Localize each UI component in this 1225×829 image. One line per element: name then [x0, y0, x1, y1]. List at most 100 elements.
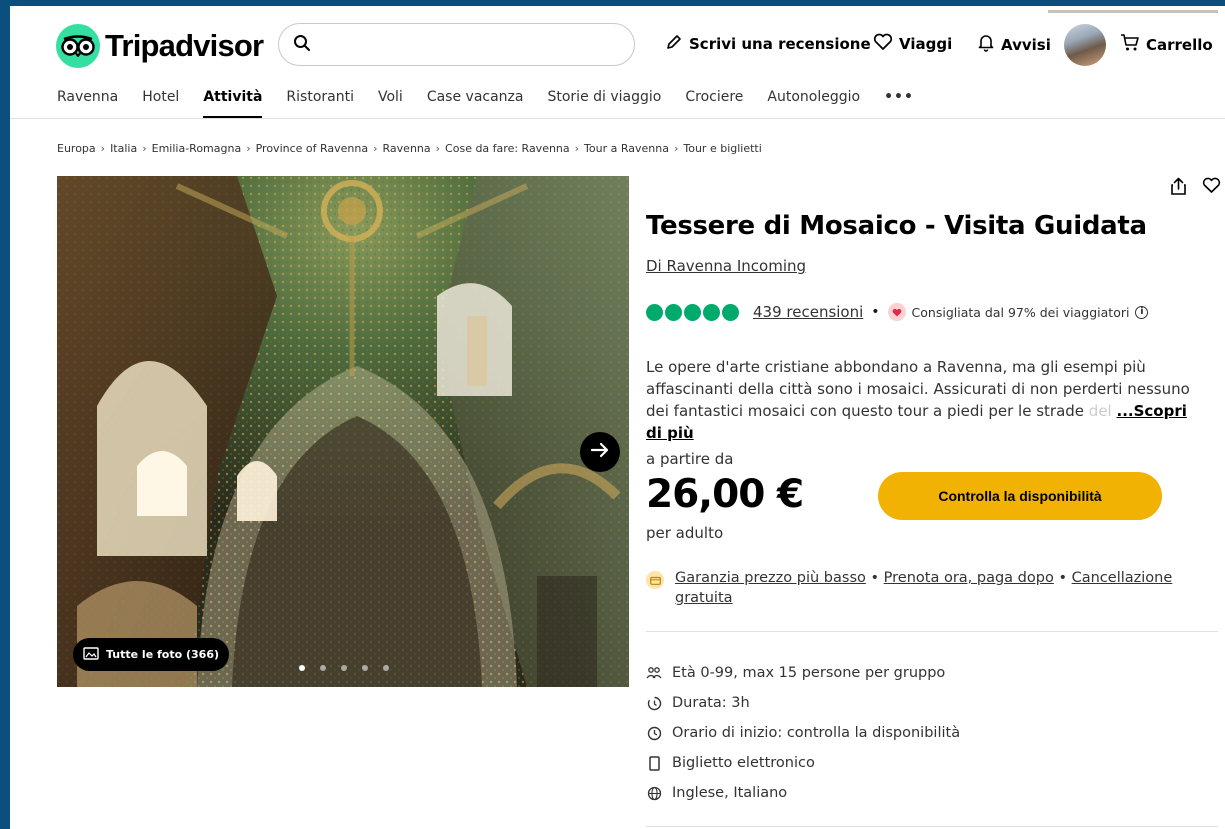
pencil-icon	[665, 33, 683, 55]
breadcrumb-item[interactable]: Europa	[57, 142, 96, 155]
cart-icon	[1120, 33, 1140, 56]
nav-item-ristoranti[interactable]: Ristoranti	[286, 88, 354, 118]
recommended-text: Consigliata dal 97% dei viaggiatori	[911, 304, 1130, 320]
detail-age-group: Età 0-99, max 15 persone per gruppo	[646, 658, 960, 688]
chevron-right-icon: ›	[142, 142, 147, 155]
check-availability-button[interactable]: Controlla la disponibilità	[878, 472, 1162, 520]
breadcrumb: Europa › Italia › Emilia-Romagna › Province…	[57, 142, 762, 155]
timer-icon	[646, 695, 662, 711]
clock-icon	[646, 725, 662, 741]
book-now-pay-later-link[interactable]: Prenota ora, paga dopo	[884, 570, 1054, 586]
price-value: 26,00 €	[646, 472, 804, 517]
alerts-label: Avvisi	[1001, 35, 1051, 54]
nav-item-hotel[interactable]: Hotel	[142, 88, 179, 118]
category-nav: Ravenna Hotel Attività Ristoranti Voli C…	[57, 88, 938, 118]
search-input[interactable]	[321, 35, 621, 54]
all-photos-label: Tutte le foto (366)	[106, 648, 219, 661]
brand-name: Tripadvisor	[105, 28, 264, 63]
photo-gallery[interactable]: Tutte le foto (366)	[57, 176, 629, 687]
owl-logo-icon	[56, 24, 100, 68]
save-heart-icon[interactable]	[1202, 177, 1221, 200]
browser-viewport: Tripadvisor Scrivi una recensione Viaggi	[10, 6, 1225, 829]
share-icon[interactable]	[1170, 177, 1187, 200]
reviews-link[interactable]: 439 recensioni	[753, 303, 863, 321]
breadcrumb-item[interactable]: Emilia-Romagna	[152, 142, 242, 155]
detail-text: Età 0-99, max 15 persone per gruppo	[672, 665, 946, 681]
rating-row: 439 recensioni • Consigliata dal 97% dei…	[646, 303, 1149, 321]
provider-link[interactable]: Di Ravenna Incoming	[646, 257, 806, 275]
info-icon[interactable]: i	[1135, 305, 1149, 319]
user-avatar[interactable]	[1064, 24, 1106, 66]
carousel-dot[interactable]	[383, 665, 389, 671]
carousel-dot[interactable]	[341, 665, 347, 671]
carousel-dot[interactable]	[320, 665, 326, 671]
nav-item-autonoleggio[interactable]: Autonoleggio	[767, 88, 860, 118]
separator-bullet: •	[870, 570, 884, 586]
trips-label: Viaggi	[899, 35, 953, 53]
price-from-label: a partire da	[646, 450, 734, 468]
chevron-right-icon: ›	[673, 142, 679, 155]
detail-text: Durata: 3h	[672, 695, 750, 711]
rating-bubbles	[646, 303, 741, 321]
nav-item-crociere[interactable]: Crociere	[685, 88, 743, 118]
alerts-button[interactable]: Avvisi	[977, 33, 1051, 56]
site-header: Tripadvisor Scrivi una recensione Viaggi	[10, 6, 1225, 86]
breadcrumb-item[interactable]: Ravenna	[383, 142, 431, 155]
detail-languages: Inglese, Italiano	[646, 778, 960, 808]
search-bar[interactable]	[278, 23, 635, 66]
section-divider	[646, 826, 1218, 827]
detail-ticket: Biglietto elettronico	[646, 748, 960, 778]
detail-duration: Durata: 3h	[646, 688, 960, 718]
detail-text: Orario di inizio: controlla la disponibi…	[672, 725, 961, 741]
section-divider	[646, 631, 1218, 632]
cart-label: Carrello	[1146, 35, 1213, 54]
chevron-right-icon: ›	[373, 142, 378, 155]
chevron-right-icon: ›	[574, 142, 580, 155]
top-strip	[1048, 10, 1218, 13]
chevron-right-icon: ›	[435, 142, 441, 155]
carousel-dot[interactable]	[299, 665, 305, 671]
product-description: Le opere d'arte cristiane abbondano a Ra…	[646, 356, 1198, 444]
rating-bubble	[722, 303, 739, 321]
cart-button[interactable]: Carrello	[1120, 33, 1213, 56]
lowest-price-link[interactable]: Garanzia prezzo più basso	[675, 570, 866, 586]
bell-icon	[977, 33, 995, 56]
product-title: Tessere di Mosaico - Visita Guidata	[646, 211, 1147, 241]
rating-bubble	[684, 303, 701, 321]
rating-bubble	[646, 303, 663, 321]
wallet-icon	[646, 571, 664, 589]
chevron-right-icon: ›	[100, 142, 106, 155]
breadcrumb-item[interactable]: Italia	[110, 142, 137, 155]
nav-item-attivita[interactable]: Attività	[203, 88, 263, 118]
heart-icon	[873, 33, 893, 55]
separator-bullet: •	[871, 304, 880, 320]
carousel-dot[interactable]	[362, 665, 368, 671]
nav-item-ravenna[interactable]: Ravenna	[57, 88, 118, 118]
chevron-right-icon: ›	[246, 142, 251, 155]
all-photos-button[interactable]: Tutte le foto (366)	[73, 638, 229, 671]
carousel-dots	[299, 665, 404, 671]
tour-details: Età 0-99, max 15 persone per gruppo Dura…	[646, 658, 960, 808]
nav-item-storie-di-viaggio[interactable]: Storie di viaggio	[547, 88, 661, 118]
search-icon	[293, 34, 311, 56]
nav-more-button[interactable]: •••	[884, 88, 914, 118]
trips-button[interactable]: Viaggi	[873, 33, 952, 55]
nav-item-voli[interactable]: Voli	[378, 88, 403, 118]
detail-text: Inglese, Italiano	[672, 785, 788, 801]
detail-text: Biglietto elettronico	[672, 755, 815, 771]
description-fade: del	[1088, 402, 1112, 420]
write-review-button[interactable]: Scrivi una recensione	[665, 33, 871, 55]
guarantee-row: Garanzia prezzo più basso • Prenota ora,…	[646, 568, 1206, 608]
breadcrumb-item[interactable]: Cose da fare: Ravenna	[445, 142, 570, 155]
tripadvisor-logo[interactable]: Tripadvisor	[56, 24, 264, 68]
nav-item-case-vacanza[interactable]: Case vacanza	[427, 88, 524, 118]
nav-divider	[10, 118, 1225, 119]
price-unit: per adulto	[646, 524, 724, 542]
guarantee-text: Garanzia prezzo più basso • Prenota ora,…	[675, 568, 1206, 608]
detail-start-time: Orario di inizio: controlla la disponibi…	[646, 718, 960, 748]
mobile-ticket-icon	[646, 755, 662, 771]
image-icon	[83, 646, 99, 663]
breadcrumb-item[interactable]: Tour a Ravenna	[584, 142, 669, 155]
breadcrumb-item[interactable]: Province of Ravenna	[256, 142, 369, 155]
next-photo-button[interactable]	[580, 432, 620, 472]
